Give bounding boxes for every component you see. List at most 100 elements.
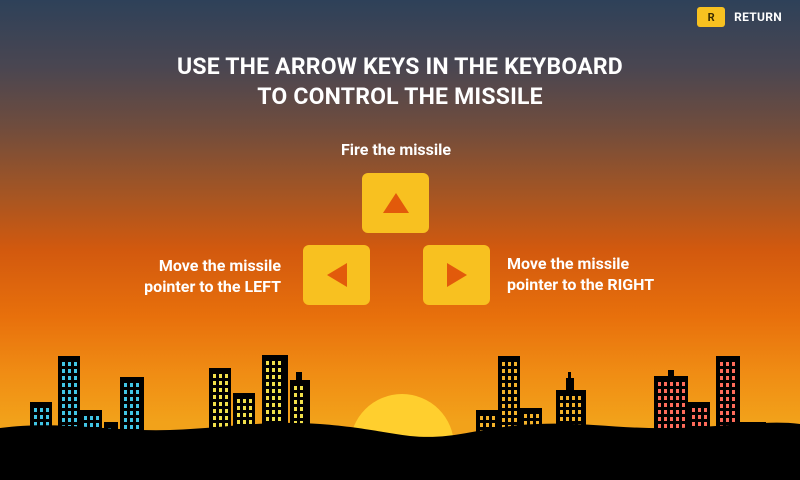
building-window (514, 383, 517, 387)
building-window (237, 420, 240, 424)
building-window (266, 361, 269, 365)
building-window (225, 388, 228, 392)
building-window (249, 406, 252, 410)
building-spire (668, 370, 674, 378)
building-window (658, 396, 661, 400)
building-window (219, 423, 222, 427)
building-window (514, 369, 517, 373)
building-window (726, 376, 729, 380)
building-window (720, 390, 723, 394)
building-window (68, 418, 71, 422)
building-window (136, 404, 139, 408)
building-window (243, 406, 246, 410)
building-window (560, 396, 563, 400)
building-window (294, 393, 297, 397)
building-window (732, 390, 735, 394)
move-left-caption: Move the missile pointer to the LEFT (144, 255, 281, 297)
building-window (62, 397, 65, 401)
building-window (219, 402, 222, 406)
building-window (219, 381, 222, 385)
building-window (720, 411, 723, 415)
building-window (84, 416, 87, 420)
building-window (237, 406, 240, 410)
building-window (272, 375, 275, 379)
building-window (136, 425, 139, 429)
building-window (130, 418, 133, 422)
move-left-caption-line2: pointer to the LEFT (144, 277, 281, 296)
building-window (682, 417, 685, 421)
building-window (225, 402, 228, 406)
building-window (74, 369, 77, 373)
building-window (664, 403, 667, 407)
building-window (278, 389, 281, 393)
building-window (62, 383, 65, 387)
building-window (130, 383, 133, 387)
building-window (676, 403, 679, 407)
building-window (670, 382, 673, 386)
building-window (278, 382, 281, 386)
building-window (664, 382, 667, 386)
building-window (682, 389, 685, 393)
building-window (670, 417, 673, 421)
building-window (266, 368, 269, 372)
building-window (219, 409, 222, 413)
right-arrow-key-button[interactable] (423, 245, 490, 305)
building-window (670, 410, 673, 414)
building-window (213, 374, 216, 378)
building-window (266, 417, 269, 421)
building-window (508, 369, 511, 373)
left-arrow-key-button[interactable] (303, 245, 370, 305)
building-window (572, 410, 575, 414)
building-window (670, 424, 673, 428)
building-window (46, 408, 49, 412)
building-window (676, 382, 679, 386)
building-window (74, 404, 77, 408)
building-window (68, 390, 71, 394)
building-window (46, 415, 49, 419)
building-window (514, 404, 517, 408)
building-window (34, 408, 37, 412)
building-window (62, 369, 65, 373)
building-window (566, 396, 569, 400)
building-window (720, 362, 723, 366)
building-window (726, 411, 729, 415)
building-window (670, 389, 673, 393)
building-window (124, 411, 127, 415)
building-window (492, 416, 495, 420)
building-window (664, 389, 667, 393)
instructions-title-line1: USE THE ARROW KEYS IN THE KEYBOARD (177, 53, 623, 80)
building-window (249, 413, 252, 417)
building-window (300, 407, 303, 411)
instructions-title-line2: TO CONTROL THE MISSILE (257, 83, 543, 110)
building-window (300, 393, 303, 397)
move-right-caption: Move the missile pointer to the RIGHT (507, 253, 654, 295)
building-window (124, 418, 127, 422)
building-window (732, 411, 735, 415)
building-window (502, 376, 505, 380)
building-window (480, 423, 483, 427)
up-arrow-key-button[interactable] (362, 173, 429, 233)
building-window (658, 424, 661, 428)
building-window (213, 381, 216, 385)
building-window (68, 404, 71, 408)
building-window (566, 410, 569, 414)
building-window (96, 423, 99, 427)
building-window (664, 424, 667, 428)
building-window (720, 376, 723, 380)
building-window (124, 425, 127, 429)
building-window (96, 416, 99, 420)
building-window (278, 403, 281, 407)
move-right-caption-line2: pointer to the RIGHT (507, 275, 655, 294)
building-window (726, 397, 729, 401)
building-window (658, 417, 661, 421)
building-window (68, 369, 71, 373)
building-window (658, 389, 661, 393)
building-window (124, 390, 127, 394)
building-window (726, 390, 729, 394)
building-window (486, 423, 489, 427)
building-window (502, 404, 505, 408)
return-button[interactable]: R RETURN (697, 7, 782, 27)
building-window (560, 403, 563, 407)
building-window (130, 390, 133, 394)
building-spire (568, 372, 571, 380)
